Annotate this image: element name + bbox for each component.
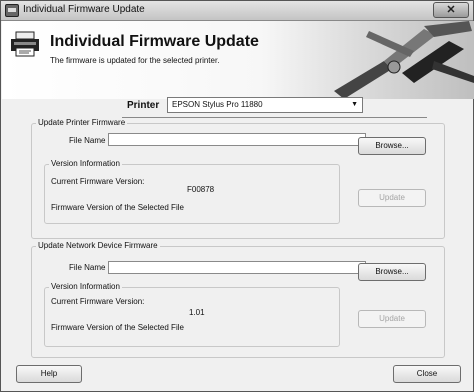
header-title: Individual Firmware Update — [50, 33, 259, 50]
printer-selected-version-label: Firmware Version of the Selected File — [51, 203, 184, 212]
network-current-version-value: 1.01 — [189, 308, 205, 317]
printer-select-value: EPSON Stylus Pro 11880 — [172, 100, 263, 109]
network-selected-version-label: Firmware Version of the Selected File — [51, 323, 184, 332]
printer-version-info-group: Version Information Current Firmware Ver… — [44, 159, 340, 224]
printer-firmware-legend: Update Printer Firmware — [36, 118, 128, 127]
printer-firmware-group: Update Printer Firmware File Name Browse… — [31, 118, 445, 239]
network-firmware-group: Update Network Device Firmware File Name… — [31, 241, 445, 358]
tools-illustration-icon — [334, 21, 474, 99]
app-icon — [5, 4, 19, 17]
printer-icon — [11, 31, 39, 57]
printer-select[interactable]: EPSON Stylus Pro 11880 ▼ — [167, 97, 363, 113]
firmware-update-window: Individual Firmware Update ✕ Individual … — [0, 0, 474, 392]
printer-label: Printer — [127, 100, 160, 111]
printer-version-info-legend: Version Information — [49, 159, 122, 168]
header-banner: Individual Firmware Update The firmware … — [2, 21, 474, 118]
network-update-button[interactable]: Update — [358, 310, 426, 328]
network-current-version-label: Current Firmware Version: — [51, 297, 145, 306]
network-file-name-input[interactable] — [108, 261, 366, 274]
title-bar[interactable]: Individual Firmware Update ✕ — [1, 1, 473, 21]
header-subtitle: The firmware is updated for the selected… — [50, 56, 220, 65]
network-file-name-label: File Name — [69, 263, 106, 272]
network-browse-button[interactable]: Browse... — [358, 263, 426, 281]
network-version-info-legend: Version Information — [49, 282, 122, 291]
close-button[interactable]: Close — [393, 365, 461, 383]
chevron-down-icon: ▼ — [351, 101, 358, 108]
help-button[interactable]: Help — [16, 365, 82, 383]
network-firmware-legend: Update Network Device Firmware — [36, 241, 160, 250]
network-version-info-group: Version Information Current Firmware Ver… — [44, 282, 340, 347]
window-close-button[interactable]: ✕ — [433, 2, 469, 18]
printer-update-button[interactable]: Update — [358, 189, 426, 207]
printer-file-name-label: File Name — [69, 136, 106, 145]
window-title: Individual Firmware Update — [23, 4, 145, 15]
printer-browse-button[interactable]: Browse... — [358, 137, 426, 155]
header-divider — [122, 117, 427, 118]
printer-current-version-label: Current Firmware Version: — [51, 177, 145, 186]
printer-current-version-value: F00878 — [187, 185, 215, 194]
printer-file-name-input[interactable] — [108, 133, 366, 146]
